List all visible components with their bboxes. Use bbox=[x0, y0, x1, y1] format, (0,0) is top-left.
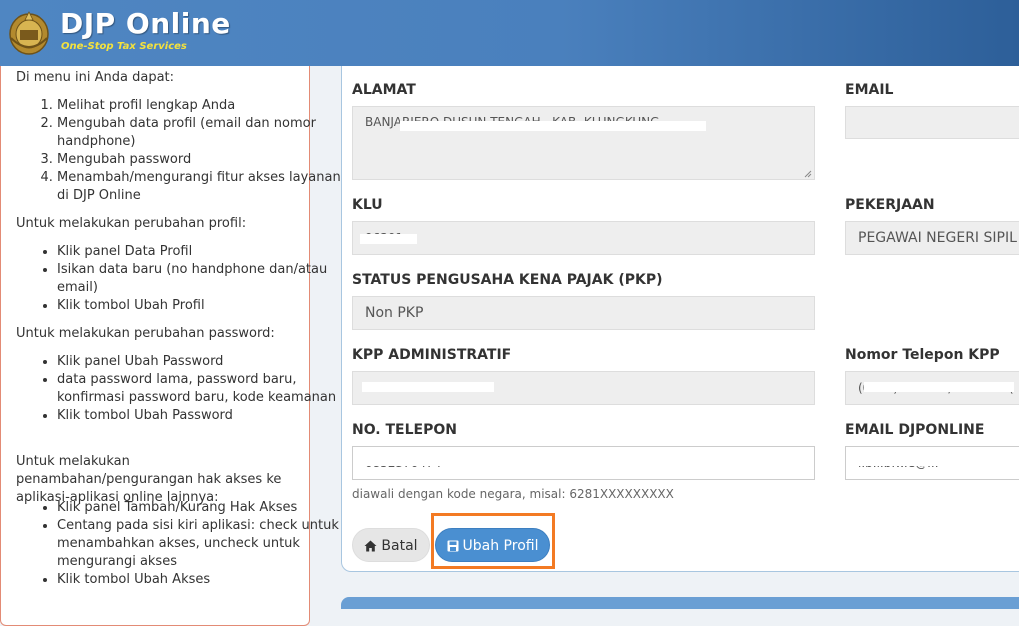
redaction-mark bbox=[400, 121, 706, 131]
redaction-mark bbox=[362, 382, 494, 392]
list-item: Centang pada sisi kiri aplikasi: check u… bbox=[57, 517, 345, 571]
cancel-label: Batal bbox=[381, 538, 418, 554]
password-heading: Untuk melakukan perubahan password: bbox=[16, 326, 275, 341]
list-item: Melihat profil lengkap Anda bbox=[57, 97, 345, 115]
klu-label: KLU bbox=[352, 197, 383, 213]
pekerjaan-value: PEGAWAI NEGERI SIPIL bbox=[858, 230, 1017, 246]
kpp-phone-label: Nomor Telepon KPP bbox=[845, 347, 1000, 363]
profile-heading: Untuk melakukan perubahan profil: bbox=[16, 216, 247, 231]
brand-title: DJP Online bbox=[60, 7, 231, 40]
list-item: Mengubah password bbox=[57, 151, 345, 169]
alamat-field[interactable]: BANJARJERO DUSUN TENGAH , KAB. KLUNGKUNG bbox=[352, 106, 815, 180]
password-steps-list: Klik panel Ubah Password data password l… bbox=[16, 353, 345, 425]
next-panel-header[interactable] bbox=[341, 597, 1019, 609]
resize-handle-icon[interactable] bbox=[804, 170, 812, 178]
brand-subtitle: One-Stop Tax Services bbox=[61, 41, 187, 52]
telepon-hint: diawali dengan kode negara, misal: 6281X… bbox=[352, 487, 674, 501]
features-list: Melihat profil lengkap Anda Mengubah dat… bbox=[16, 97, 345, 205]
redaction-mark bbox=[856, 456, 1006, 466]
access-steps-list: Klik panel Tambah/Kurang Hak Akses Centa… bbox=[16, 499, 345, 589]
pekerjaan-field: PEGAWAI NEGERI SIPIL bbox=[845, 221, 1019, 255]
cancel-button[interactable]: Batal bbox=[352, 528, 430, 562]
list-item: Klik panel Ubah Password bbox=[57, 353, 345, 371]
profile-steps-list: Klik panel Data Profil Isikan data baru … bbox=[16, 243, 345, 315]
list-item: Menambah/mengurangi fitur akses layanan … bbox=[57, 169, 345, 205]
list-item: Isikan data baru (no handphone dan/atau … bbox=[57, 261, 345, 297]
app-header: DJP Online One-Stop Tax Services bbox=[0, 0, 1019, 66]
pkp-field: Non PKP bbox=[352, 296, 815, 330]
list-item: Klik tombol Ubah Password bbox=[57, 407, 345, 425]
redaction-mark bbox=[360, 234, 417, 244]
alamat-label: ALAMAT bbox=[352, 82, 416, 98]
pkp-value: Non PKP bbox=[365, 305, 424, 321]
kpp-label: KPP ADMINISTRATIF bbox=[352, 347, 512, 363]
highlight-annotation bbox=[431, 513, 555, 569]
pkp-label: STATUS PENGUSAHA KENA PAJAK (PKP) bbox=[352, 272, 663, 288]
djp-logo-icon bbox=[9, 11, 49, 55]
list-item: data password lama, password baru, konfi… bbox=[57, 371, 345, 407]
redaction-mark bbox=[864, 382, 1014, 392]
list-item: Klik tombol Ubah Akses bbox=[57, 571, 345, 589]
telepon-label: NO. TELEPON bbox=[352, 422, 457, 438]
home-icon bbox=[364, 540, 377, 552]
email-field[interactable] bbox=[845, 106, 1019, 139]
list-item: Klik panel Tambah/Kurang Hak Akses bbox=[57, 499, 345, 517]
email-label: EMAIL bbox=[845, 82, 894, 98]
help-intro: Di menu ini Anda dapat: bbox=[16, 70, 175, 85]
klu-field: 96301 bbox=[352, 221, 815, 255]
email-djponline-label: EMAIL DJPONLINE bbox=[845, 422, 985, 438]
help-panel: Di menu ini Anda dapat: Melihat profil l… bbox=[0, 66, 341, 626]
list-item: Mengubah data profil (email dan nomor ha… bbox=[57, 115, 345, 151]
redaction-mark bbox=[362, 456, 472, 466]
list-item: Klik panel Data Profil bbox=[57, 243, 345, 261]
list-item: Klik tombol Ubah Profil bbox=[57, 297, 345, 315]
pekerjaan-label: PEKERJAAN bbox=[845, 197, 935, 213]
